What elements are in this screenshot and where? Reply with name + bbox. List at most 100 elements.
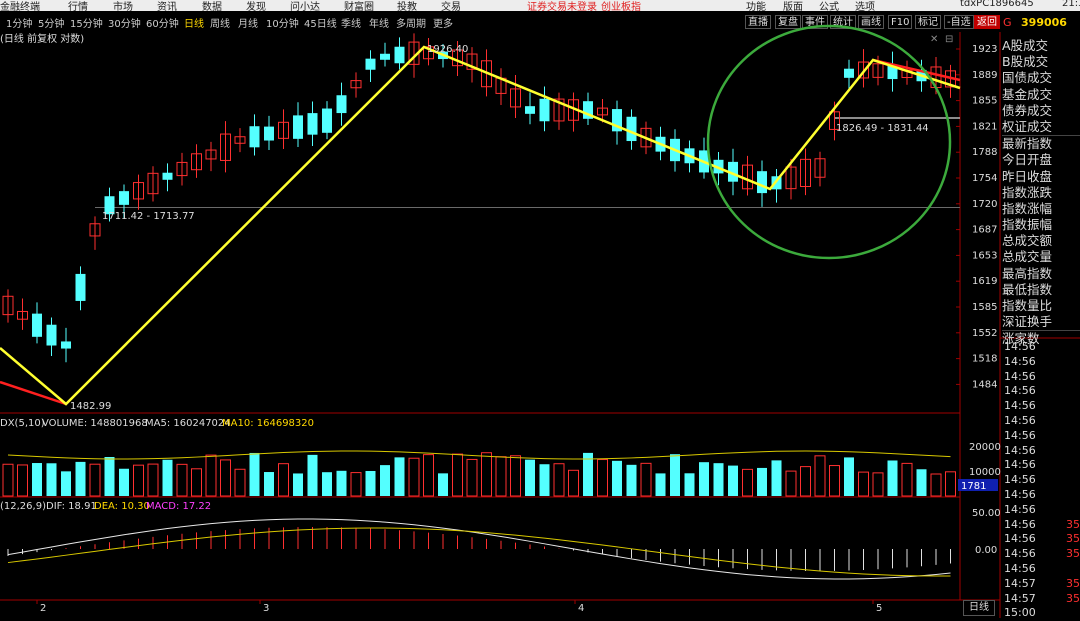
tick-row: 14:56	[1004, 443, 1036, 457]
quote-field-list: A股成交 B股成交 国债成交 基金成交 债券成交 权证成交 最新指数 今日开盘 …	[1002, 38, 1080, 348]
candle-body	[844, 68, 854, 78]
volume-bar	[771, 460, 782, 496]
highlight-circle	[706, 24, 952, 260]
candle-body	[539, 98, 550, 122]
volume-value: VOLUME: 148801968	[42, 418, 148, 429]
volume-bar	[930, 473, 942, 497]
volume-bar	[278, 463, 289, 497]
tick-row: 15:00	[1004, 606, 1036, 620]
tick-row: 14:56	[1004, 354, 1036, 368]
field-sz-turnover: 深证换手	[1002, 314, 1053, 330]
price-axis-label: 1788	[972, 147, 997, 158]
candle-body	[307, 113, 318, 135]
field-change: 指数涨跌	[1002, 184, 1053, 200]
macd-dea-line	[7, 527, 951, 577]
volume-bar	[322, 472, 332, 496]
price-axis-label: 1889	[972, 70, 997, 81]
field-high: 最高指数	[1002, 265, 1053, 281]
candle-body	[365, 58, 376, 70]
volume-bar	[539, 464, 550, 496]
volume-bar	[814, 455, 826, 497]
field-b-share-volume: B股成交	[1002, 54, 1049, 70]
field-fund-volume: 基金成交	[1002, 86, 1053, 102]
volume-bar	[61, 471, 71, 496]
tick-row: 14:56	[1004, 369, 1036, 383]
period-switch-button[interactable]: 日线	[963, 600, 995, 616]
kline-chart[interactable]: 1923 1889 1855 1821 1788 1754 1720 1687 1653 1619…	[0, 0, 1080, 618]
candle-body	[322, 108, 332, 133]
volume-bar	[670, 454, 680, 496]
tick-row: 14:57 35	[1004, 591, 1080, 605]
tick-row: 14:56	[1004, 413, 1036, 427]
month-label: 2	[40, 603, 46, 614]
close-icon: ✕	[930, 34, 938, 45]
volume-bar	[394, 457, 405, 496]
price-axis-label: 1585	[972, 302, 997, 313]
candle-body	[394, 46, 405, 64]
price-axis-label: 1619	[972, 276, 997, 287]
volume-bar	[365, 470, 376, 496]
index-code: 399006	[1021, 16, 1067, 29]
month-label: 3	[263, 603, 269, 614]
volume-bar	[176, 463, 188, 497]
tick-row: 14:56 35	[1004, 547, 1080, 561]
low-annotation: 1482.99	[70, 401, 111, 412]
candle-body	[380, 53, 390, 60]
volume-bar	[728, 465, 738, 496]
tick-time-list: 14:56 14:56 14:56 14:56 14:56 14:56 14:5…	[1004, 340, 1080, 621]
field-turnover: 总成交额	[1002, 233, 1053, 249]
field-open: 今日开盘	[1002, 152, 1053, 168]
volume-bar	[872, 472, 884, 497]
price-axis-label: 1518	[972, 354, 997, 365]
range-annotation-1: 1711.42 - 1713.77	[102, 211, 195, 222]
volume-bar	[147, 463, 159, 497]
field-last-index: 最新指数	[1002, 135, 1080, 152]
volume-bar	[104, 456, 115, 496]
candle-body	[757, 171, 767, 194]
volume-bar	[205, 454, 217, 497]
volume-bar	[466, 458, 478, 497]
tick-row: 14:56	[1004, 458, 1036, 472]
tick-row: 14:56	[1004, 487, 1036, 501]
volume-axis-label: 10000	[969, 467, 1001, 478]
volume-ma5: MA5: 160247024	[145, 418, 231, 429]
volume-bar	[408, 457, 420, 497]
price-axis-label: 1855	[972, 96, 997, 107]
downtrend-red-line	[0, 380, 67, 406]
volume-bar	[713, 463, 724, 496]
volume-bar	[510, 455, 521, 497]
volume-bar	[264, 472, 274, 496]
field-warrant-volume: 权证成交	[1002, 118, 1053, 134]
tick-row: 14:56	[1004, 399, 1036, 413]
volume-bar	[350, 472, 362, 497]
volume-current: 1781	[961, 481, 986, 492]
volume-bar	[89, 463, 101, 497]
sidebar-title: G 399006	[1003, 16, 1067, 29]
volume-bar	[380, 465, 390, 496]
volume-bar	[901, 462, 913, 497]
tick-row: 14:56	[1004, 473, 1036, 487]
candle-body	[249, 126, 260, 148]
volume-bar	[800, 466, 811, 497]
index-badge: G	[1003, 16, 1012, 29]
volume-bar	[612, 460, 622, 496]
tick-row: 14:56 35	[1004, 532, 1080, 546]
volume-bar	[46, 463, 57, 496]
volume-bar	[785, 470, 797, 497]
volume-bar	[887, 460, 898, 496]
macd-value: MACD: 17.22	[146, 501, 211, 512]
macd-indicator-name: (12,26,9)	[0, 501, 46, 512]
volume-bar	[916, 469, 927, 496]
candle-body	[525, 106, 535, 114]
price-axis-label: 1484	[972, 379, 997, 390]
field-total-volume: 总成交量	[1002, 249, 1053, 265]
field-bond-volume: 债券成交	[1002, 102, 1053, 118]
volume-axis-label: 20000	[969, 442, 1001, 453]
trend-zigzag-line	[0, 45, 961, 406]
field-treasury-volume: 国债成交	[1002, 70, 1053, 86]
volume-bar	[423, 454, 434, 497]
month-label: 4	[578, 603, 584, 614]
volume-bar	[307, 454, 318, 496]
volume-bar	[553, 463, 565, 497]
volume-bar	[945, 471, 956, 497]
